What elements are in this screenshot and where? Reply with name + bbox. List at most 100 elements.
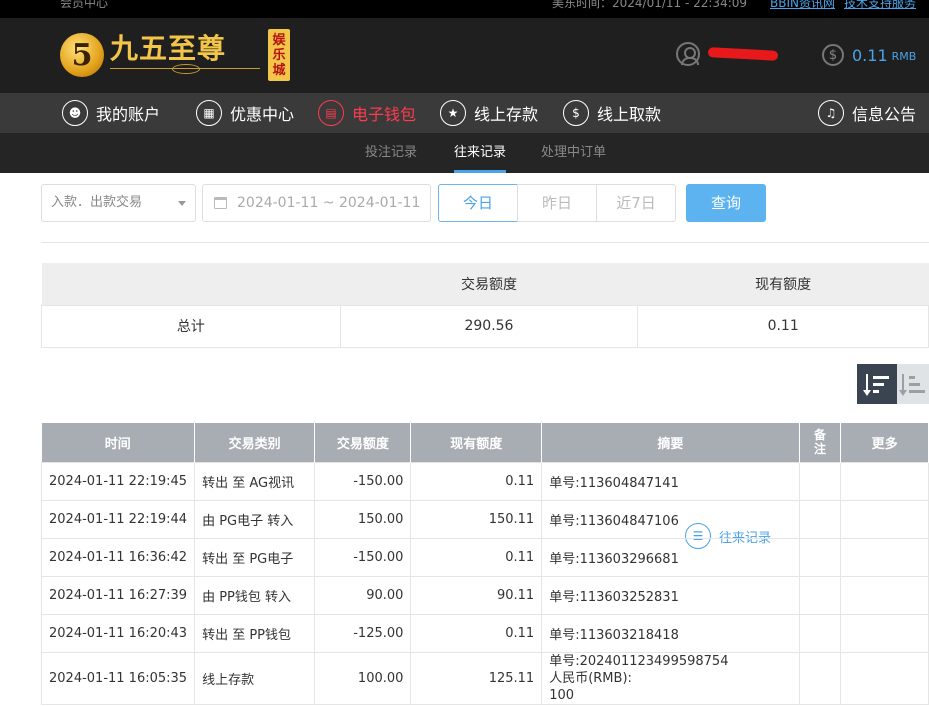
- cell-type: 由 PP钱包 转入: [194, 575, 316, 615]
- cell-type: 转出 至 PP钱包: [194, 613, 316, 653]
- sub-nav: 投注记录 往来记录 处理中订单: [0, 133, 929, 173]
- tab-pending-orders[interactable]: 处理中订单: [541, 133, 606, 173]
- redacted-username: [707, 47, 779, 61]
- date-range-input[interactable]: 2024-01-11 ~ 2024-01-11: [202, 184, 431, 222]
- cell-more: [840, 613, 929, 653]
- cell-remark: [798, 499, 842, 539]
- nav-label: 优惠中心: [230, 105, 295, 124]
- col-time: 时间: [41, 423, 196, 462]
- sort-descending-button[interactable]: [857, 364, 897, 404]
- cell-more: [840, 537, 929, 577]
- balance-value: 0.11: [852, 45, 888, 65]
- balance-display: $ 0.11 RMB: [822, 44, 916, 66]
- calendar-icon: [214, 197, 227, 209]
- summary-row: 总计 290.56 0.11: [41, 304, 929, 348]
- cell-balance: 0.11: [410, 537, 543, 577]
- cell-amount: 150.00: [314, 499, 412, 539]
- summary-header-balance: 现有额度: [637, 263, 929, 305]
- cell-more: [840, 499, 929, 539]
- col-type: 交易类别: [194, 423, 316, 462]
- main-nav: ☻ 我的账户 ▦ 优惠中心 ▤ 电子钱包 ★ 线上存款 $ 线上取款 ☰ 往来记…: [0, 93, 929, 549]
- divider: [41, 242, 929, 243]
- user-account[interactable]: [676, 42, 779, 66]
- cell-type: 线上存款: [194, 651, 316, 705]
- summary-total-label: 总计: [41, 304, 341, 348]
- withdraw-icon: $: [563, 100, 589, 126]
- nav-label: 信息公告: [852, 105, 917, 124]
- cell-time: 2024-01-11 22:19:45: [40, 461, 196, 501]
- cell-more: [840, 575, 929, 615]
- today-button[interactable]: 今日: [438, 184, 518, 222]
- cell-amount: -150.00: [314, 537, 412, 577]
- site-header: 5 九五至尊 娱 乐 城 $ 0.11 RMB: [0, 18, 929, 93]
- user-icon: [676, 42, 700, 66]
- nav-online-withdraw[interactable]: $ 线上取款: [563, 93, 661, 133]
- nav-online-deposit[interactable]: ★ 线上存款: [440, 93, 538, 133]
- bbin-news-link[interactable]: BBIN资讯网: [770, 0, 835, 11]
- logo-text: 九五至尊: [110, 32, 227, 65]
- cell-remark: [798, 461, 842, 501]
- tech-support-link[interactable]: 技术支持服务: [844, 0, 916, 11]
- cell-summary: 单号:113603218418: [541, 613, 800, 653]
- cell-balance: 125.11: [410, 651, 543, 705]
- cell-amount: 100.00: [314, 651, 412, 705]
- cell-amount: -125.00: [314, 613, 412, 653]
- yesterday-button[interactable]: 昨日: [517, 184, 597, 222]
- col-remark: 备注: [799, 423, 842, 462]
- nav-label: 线上存款: [474, 105, 539, 124]
- cell-type: 由 PG电子 转入: [194, 499, 316, 539]
- cell-more: [840, 651, 929, 705]
- sort-ascending-icon: [899, 373, 926, 396]
- cell-more: [840, 461, 929, 501]
- dollar-icon: $: [822, 44, 844, 66]
- col-amount: 交易额度: [314, 423, 412, 462]
- cell-balance: 150.11: [410, 499, 543, 539]
- nav-announcements[interactable]: ♫ 信息公告: [818, 93, 916, 133]
- cell-type: 转出 至 PG电子: [194, 537, 316, 577]
- table-row: 2024-01-11 16:27:39 由 PP钱包 转入 90.00 90.1…: [40, 575, 929, 615]
- nav-e-wallet[interactable]: ▤ 电子钱包: [318, 93, 416, 133]
- summary-header-amount: 交易额度: [340, 263, 638, 305]
- top-info-bar: 会员中心 美东时间：2024/01/11 - 22:34:09 BBIN资讯网 …: [0, 0, 929, 18]
- wallet-icon: ▤: [318, 100, 344, 126]
- col-balance: 现有额度: [410, 423, 543, 462]
- logo-badge: 娱 乐 城: [268, 29, 290, 81]
- cell-remark: [798, 613, 842, 653]
- select-value: 入款．出款交易: [51, 195, 143, 210]
- cell-amount: -150.00: [314, 461, 412, 501]
- cell-balance: 0.11: [410, 461, 543, 501]
- summary-header-blank: [41, 263, 341, 305]
- table-row: 2024-01-11 22:19:44 由 PG电子 转入 150.00 150…: [40, 499, 929, 539]
- summary-line: 单号:202401123499598754: [549, 653, 729, 669]
- cell-remark: [798, 575, 842, 615]
- tab-transaction-records[interactable]: 往来记录: [454, 133, 507, 173]
- site-logo[interactable]: 5 九五至尊 娱 乐 城: [60, 28, 290, 82]
- summary-line: 人民币(RMB):: [549, 670, 632, 686]
- cell-summary: 单号:113603252831: [541, 575, 800, 615]
- cell-summary: 单号:202401123499598754 人民币(RMB): 100: [541, 651, 800, 705]
- date-range-value: 2024-01-11 ~ 2024-01-11: [237, 195, 421, 211]
- last-7-days-button[interactable]: 近7日: [596, 184, 676, 222]
- col-more: 更多: [840, 423, 929, 462]
- sort-ascending-button[interactable]: [897, 364, 929, 404]
- nav-label: 我的账户: [96, 105, 161, 124]
- nav-my-account[interactable]: ☻ 我的账户: [62, 93, 160, 133]
- summary-total-balance: 0.11: [637, 304, 929, 348]
- gift-icon: ▦: [196, 100, 222, 126]
- cell-remark: [798, 537, 842, 577]
- cell-summary: 单号:113603296681: [541, 537, 800, 577]
- nav-promotions[interactable]: ▦ 优惠中心: [196, 93, 294, 133]
- transaction-type-select[interactable]: 入款．出款交易: [41, 184, 196, 222]
- cell-summary: 单号:113604847106: [541, 499, 800, 539]
- member-center-label[interactable]: 会员中心: [60, 0, 108, 11]
- query-button[interactable]: 查询: [686, 184, 766, 222]
- cell-amount: 90.00: [314, 575, 412, 615]
- cell-balance: 90.11: [410, 575, 543, 615]
- nav-label: 线上取款: [597, 105, 662, 124]
- tab-bet-records[interactable]: 投注记录: [365, 133, 417, 173]
- summary-line: 100: [549, 687, 575, 703]
- logo-emblem: 5: [60, 33, 104, 77]
- cell-balance: 0.11: [410, 613, 543, 653]
- cell-time: 2024-01-11 16:36:42: [40, 537, 196, 577]
- nav-label: 电子钱包: [352, 105, 417, 124]
